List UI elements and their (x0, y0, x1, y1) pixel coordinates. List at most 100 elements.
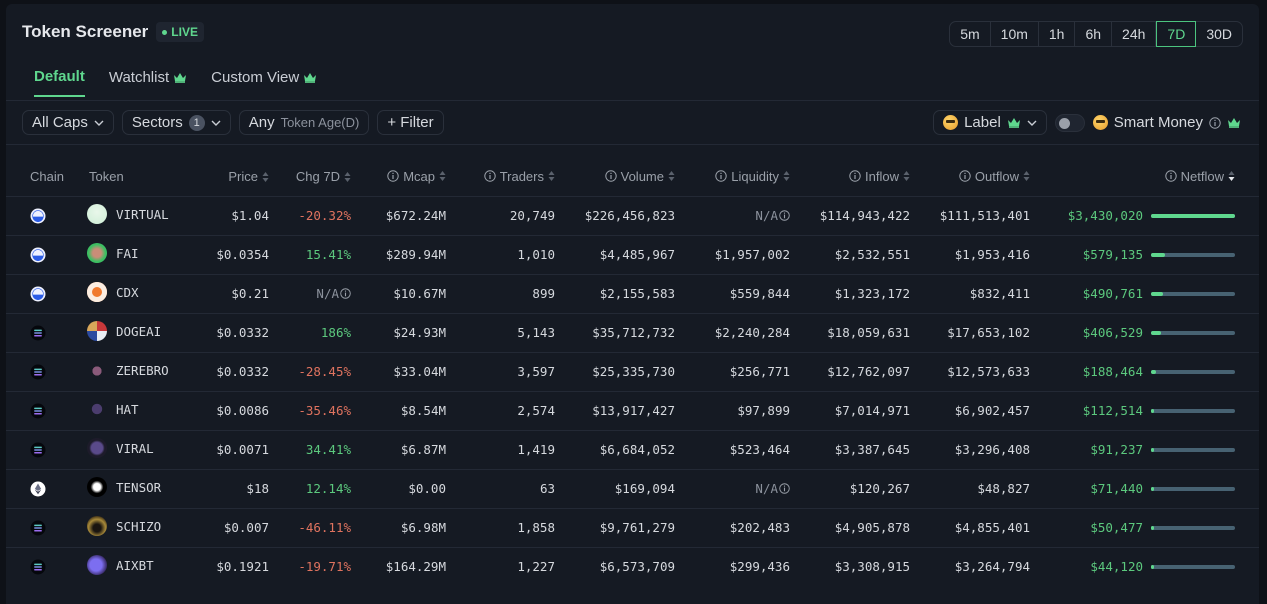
token-cell[interactable]: DOGEAI (85, 312, 195, 352)
token-symbol[interactable]: FAI (116, 246, 139, 261)
token-symbol[interactable]: HAT (116, 402, 139, 417)
token-symbol[interactable]: ZEREBRO (116, 363, 169, 378)
token-cell[interactable]: CDX (85, 273, 195, 313)
info-icon[interactable] (387, 170, 399, 182)
token-symbol[interactable]: AIXBT (116, 558, 154, 573)
table-row[interactable]: AIXBT $0.1921 -19.71% $164.29M 1,227 $6,… (6, 546, 1259, 586)
sort-icon[interactable] (344, 171, 351, 183)
info-icon[interactable] (959, 170, 971, 182)
table-header-row: Chain Token Price Chg 7D Mcap Traders Volume Li… (6, 158, 1259, 196)
info-icon[interactable] (779, 210, 790, 221)
liquidity-value: $256,771 (729, 364, 790, 379)
column-header-traders[interactable]: Traders (446, 158, 555, 196)
page-title: Token Screener (22, 22, 149, 41)
token-symbol[interactable]: SCHIZO (116, 519, 161, 534)
chain-cell (6, 546, 85, 586)
table-row[interactable]: TENSOR $18 12.14% $0.00 63 $169,094 N/A … (6, 468, 1259, 508)
sort-icon[interactable] (783, 170, 790, 182)
sort-icon[interactable] (668, 170, 675, 182)
info-icon[interactable] (849, 170, 861, 182)
timeframe-24h[interactable]: 24h (1112, 22, 1157, 46)
sort-icon[interactable] (903, 170, 910, 182)
traders-cell: 899 (446, 273, 555, 313)
token-cell[interactable]: SCHIZO (85, 507, 195, 547)
table-row[interactable]: ZEREBRO $0.0332 -28.45% $33.04M 3,597 $2… (6, 351, 1259, 391)
token-cell[interactable]: FAI (85, 234, 195, 274)
token-cell[interactable]: AIXBT (85, 546, 195, 586)
crown-icon (1007, 118, 1020, 128)
timeframe-30d[interactable]: 30D (1196, 22, 1242, 46)
info-icon[interactable] (1209, 116, 1221, 129)
table-row[interactable]: FAI $0.0354 15.41% $289.94M 1,010 $4,485… (6, 234, 1259, 274)
outflow-value: $6,902,457 (954, 403, 1030, 418)
token-cell[interactable]: ZEREBRO (85, 351, 195, 391)
token-symbol[interactable]: TENSOR (116, 480, 161, 495)
outflow-cell: $1,953,416 (910, 234, 1030, 274)
info-icon[interactable] (483, 170, 496, 182)
timeframe-10m[interactable]: 10m (991, 22, 1039, 46)
sort-icon[interactable] (1228, 170, 1235, 182)
timeframe-1h[interactable]: 1h (1039, 22, 1076, 46)
column-header-chg-7d[interactable]: Chg 7D (269, 158, 351, 196)
sort-icon[interactable] (439, 170, 446, 182)
timeframe-7d[interactable]: 7D (1156, 21, 1197, 47)
sectors-dropdown[interactable]: Sectors 1 (121, 110, 231, 135)
column-header-liquidity[interactable]: Liquidity (675, 158, 790, 196)
table-row[interactable]: VIRAL $0.0071 34.41% $6.87M 1,419 $6,684… (6, 429, 1259, 469)
liquidity-cell: $1,957,002 (675, 234, 790, 274)
token-cell[interactable]: TENSOR (85, 468, 195, 508)
column-header-inflow[interactable]: Inflow (790, 158, 910, 196)
label-dropdown[interactable]: Label (933, 110, 1047, 135)
outflow-cell: $12,573,633 (910, 351, 1030, 391)
column-header-token: Token (85, 158, 195, 196)
timeframe-5m[interactable]: 5m (950, 22, 991, 46)
timeframe-6h[interactable]: 6h (1075, 22, 1113, 46)
token-symbol[interactable]: CDX (116, 285, 139, 300)
column-header-mcap[interactable]: Mcap (351, 158, 446, 196)
table-row[interactable]: HAT $0.0086 -35.46% $8.54M 2,574 $13,917… (6, 390, 1259, 430)
info-icon[interactable] (779, 483, 790, 494)
token-cell[interactable]: HAT (85, 390, 195, 430)
table-row[interactable]: VIRTUAL $1.04 -20.32% $672.24M 20,749 $2… (6, 195, 1259, 235)
inflow-cell: $12,762,097 (790, 351, 910, 391)
info-icon[interactable] (1164, 170, 1177, 182)
smart-money-toggle[interactable] (1054, 113, 1085, 132)
token-cell[interactable]: VIRAL (85, 429, 195, 469)
live-badge: LIVE (156, 22, 204, 42)
info-icon[interactable] (715, 170, 727, 182)
table-row[interactable]: CDX $0.21 N/A $10.67M 899 $2,155,583 $55… (6, 273, 1259, 313)
add-filter-button[interactable]: + Filter (377, 110, 444, 135)
sort-icon[interactable] (1023, 170, 1030, 182)
column-header-volume[interactable]: Volume (555, 158, 675, 196)
column-header-price[interactable]: Price (195, 158, 269, 196)
price-value: $0.0071 (216, 442, 269, 457)
netflow-value: $579,135 (1082, 247, 1143, 262)
liquidity-cell: $559,844 (675, 273, 790, 313)
chain-cell (6, 429, 85, 469)
token-symbol[interactable]: DOGEAI (116, 324, 161, 339)
netflow-bar-fill (1151, 564, 1154, 569)
tab-custom-view[interactable]: Custom View (211, 68, 317, 97)
token-cell[interactable]: VIRTUAL (85, 195, 195, 235)
volume-value: $6,684,052 (599, 442, 675, 457)
table-row[interactable]: DOGEAI $0.0332 186% $24.93M 5,143 $35,71… (6, 312, 1259, 352)
chain-cell (6, 351, 85, 391)
tab-default[interactable]: Default (34, 68, 85, 97)
caps-dropdown[interactable]: All Caps (22, 110, 114, 135)
tab-watchlist[interactable]: Watchlist (109, 68, 187, 97)
sort-icon[interactable] (548, 170, 555, 182)
table-row[interactable]: SCHIZO $0.007 -46.11% $6.98M 1,858 $9,76… (6, 507, 1259, 547)
live-label: LIVE (171, 25, 198, 39)
token-symbol[interactable]: VIRAL (116, 441, 154, 456)
token-age-filter[interactable]: Any Token Age(D) (238, 110, 370, 135)
info-icon[interactable] (604, 170, 617, 182)
column-header-outflow[interactable]: Outflow (910, 158, 1030, 196)
sort-icon[interactable] (262, 171, 269, 183)
token-symbol[interactable]: VIRTUAL (116, 207, 169, 222)
na-value: N/A (755, 481, 790, 496)
mcap-cell: $10.67M (351, 273, 446, 313)
change-cell: N/A (269, 273, 351, 313)
info-icon[interactable] (340, 288, 351, 299)
mcap-cell: $289.94M (351, 234, 446, 274)
column-header-netflow[interactable]: Netflow (1030, 158, 1259, 196)
